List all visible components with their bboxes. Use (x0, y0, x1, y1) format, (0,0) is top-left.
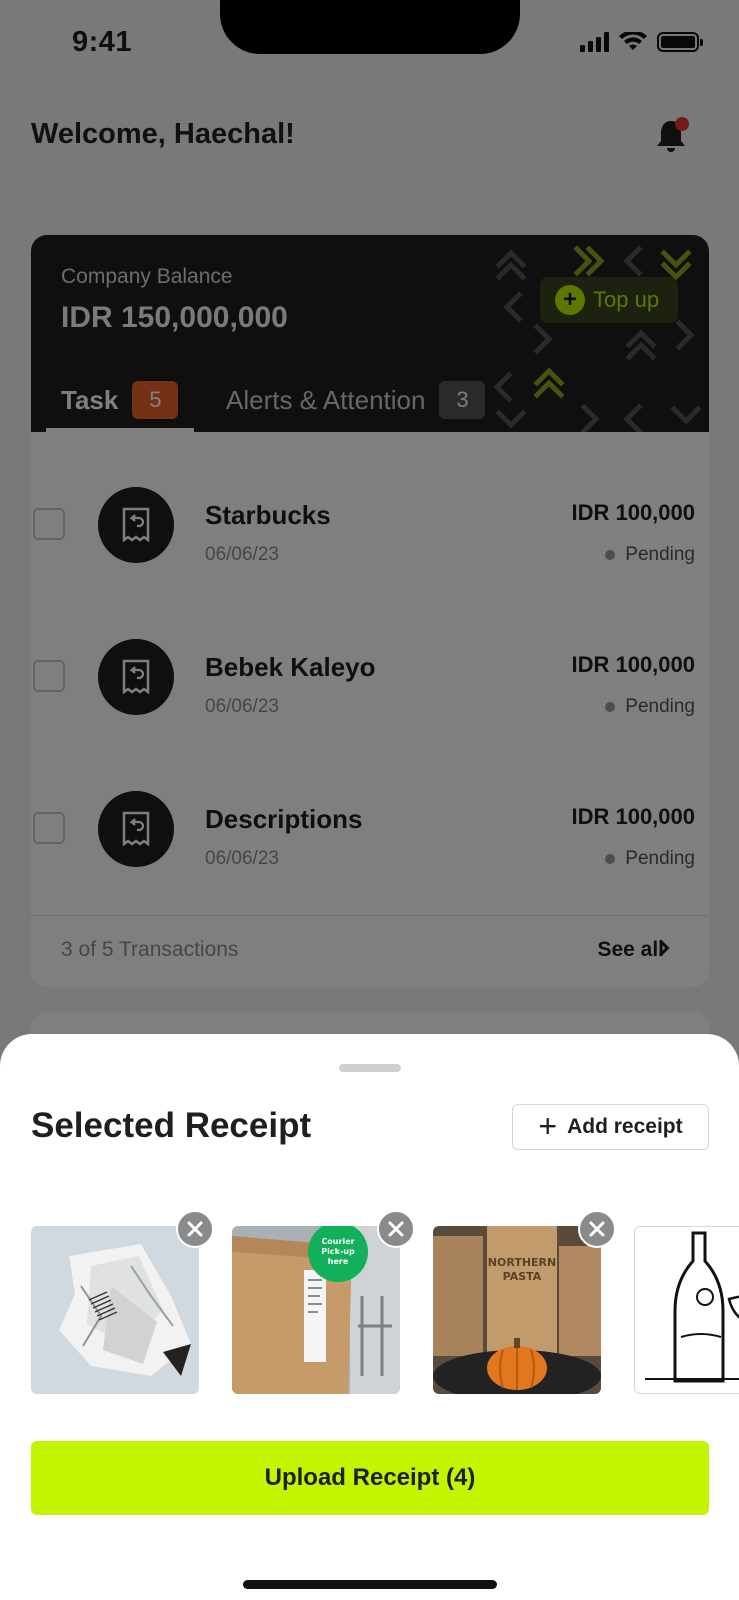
receipt-thumbnail[interactable]: NORTHERN PASTA (433, 1226, 601, 1394)
plus-icon: + (538, 1107, 558, 1144)
receipt-thumbnails: Courier Pick-up here NORTHERN PASTA (31, 1210, 739, 1410)
crumpled-receipt-photo (31, 1226, 199, 1394)
receipt-thumbnail[interactable]: Courier Pick-up here (232, 1226, 400, 1394)
bottle-sketch-photo (635, 1227, 739, 1393)
home-indicator[interactable] (243, 1580, 497, 1589)
paper-bag-photo: Courier Pick-up here (232, 1226, 400, 1394)
remove-receipt-button[interactable] (176, 1210, 214, 1248)
close-icon (589, 1221, 605, 1237)
sticker-text-line1: Courier (321, 1237, 354, 1246)
sticker-text-line3: here (328, 1257, 349, 1266)
receipt-thumbnail[interactable] (634, 1226, 739, 1394)
remove-receipt-button[interactable] (578, 1210, 616, 1248)
sheet-title: Selected Receipt (31, 1106, 312, 1145)
receipt-thumbnail[interactable] (31, 1226, 199, 1394)
pasta-bags-photo: NORTHERN PASTA (433, 1226, 601, 1394)
remove-receipt-button[interactable] (377, 1210, 415, 1248)
close-icon (388, 1221, 404, 1237)
add-receipt-label: Add receipt (567, 1115, 683, 1138)
pasta-label-line2: PASTA (503, 1270, 542, 1283)
close-icon (187, 1221, 203, 1237)
selected-receipt-sheet: Selected Receipt + Add receipt Courier P… (0, 1034, 739, 1600)
sheet-drag-handle[interactable] (339, 1064, 401, 1072)
upload-receipt-button[interactable]: Upload Receipt (4) (31, 1441, 709, 1515)
sticker-text-line2: Pick-up (321, 1247, 355, 1256)
pasta-label-line1: NORTHERN (488, 1256, 556, 1269)
add-receipt-button[interactable]: + Add receipt (512, 1104, 709, 1150)
